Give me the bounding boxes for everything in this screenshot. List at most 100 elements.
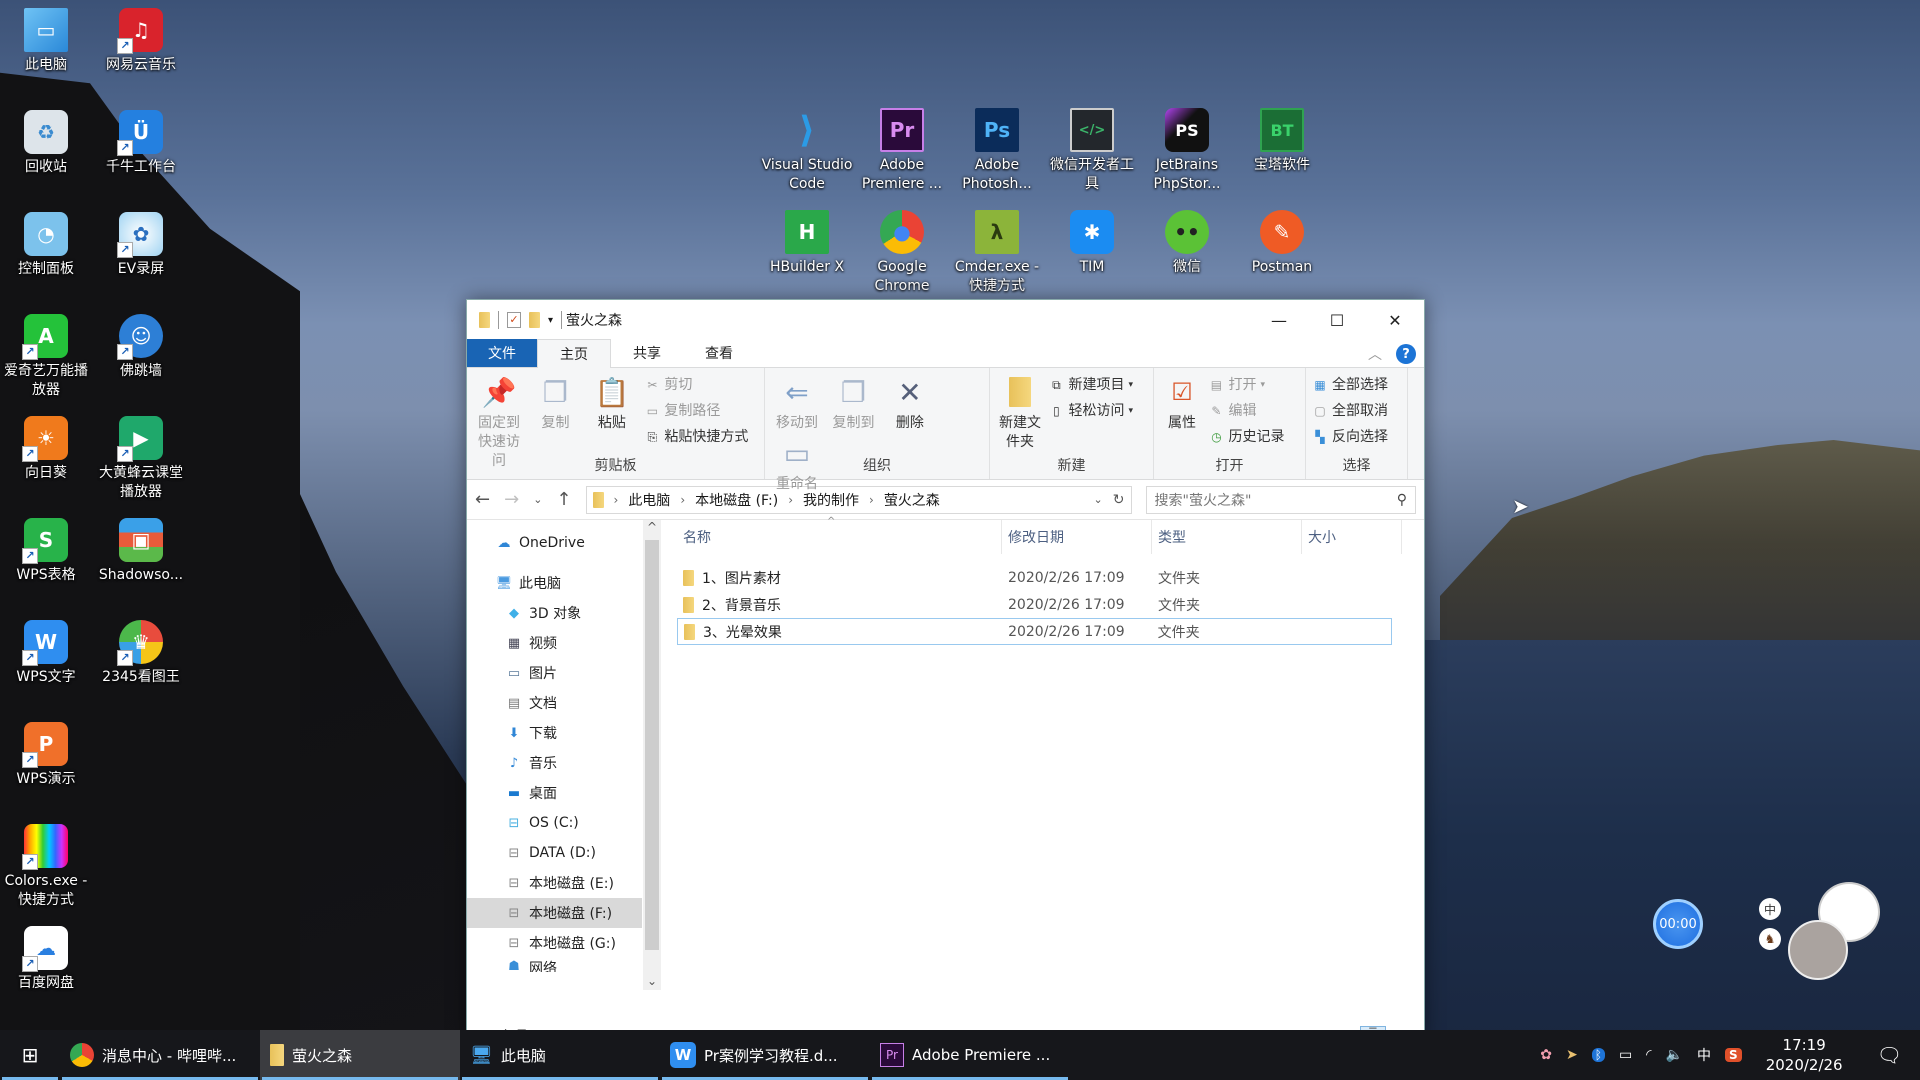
desktop-icon[interactable]: A ↗ 爱奇艺万能播放器 — [0, 314, 92, 400]
desktop-icon[interactable]: </> 微信开发者工具 — [1046, 108, 1138, 194]
volume-icon[interactable]: 🔈 — [1666, 1047, 1683, 1063]
desktop-icon[interactable]: ☀ ↗ 向日葵 — [0, 416, 92, 483]
nav-item[interactable]: ⊟ OS (C:) — [505, 808, 642, 838]
battery-icon[interactable]: ▭ — [1619, 1047, 1632, 1063]
file-row-selected[interactable]: 3、光晕效果 2020/2/26 17:09 文件夹 — [677, 618, 1392, 645]
desktop-icon[interactable]: ♫ ↗ 网易云音乐 — [95, 8, 187, 75]
timer-widget[interactable]: 00:00 — [1653, 899, 1703, 949]
open-button[interactable]: ▤ 打开 ▾ — [1208, 372, 1284, 398]
up-button[interactable]: ↑ — [556, 489, 571, 510]
skin-icon[interactable]: ♞ — [1759, 928, 1781, 950]
column-type[interactable]: 类型 — [1152, 520, 1302, 554]
desktop-icon[interactable]: BT 宝塔软件 — [1236, 108, 1328, 175]
desktop-icon[interactable]: Ps Adobe Photosh... — [951, 108, 1043, 194]
desktop-icon[interactable]: ✎ Postman — [1236, 210, 1328, 277]
wifi-icon[interactable]: ◜ — [1646, 1047, 1651, 1063]
nav-item[interactable]: ▦ 视频 — [505, 628, 642, 658]
nav-item[interactable]: ▬ 桌面 — [505, 778, 642, 808]
desktop-icon[interactable]: ☺ ↗ 佛跳墙 — [95, 314, 187, 381]
action-center-icon[interactable]: 🗨 — [1867, 1043, 1912, 1067]
customize-dropdown-icon[interactable]: ▾ — [548, 315, 553, 326]
desktop-icon[interactable]: ▭ 此电脑 — [0, 8, 92, 75]
nav-item[interactable]: ◆ 3D 对象 — [505, 598, 642, 628]
paste-button[interactable]: 📋 粘贴 — [586, 372, 638, 433]
nav-item[interactable]: ☗ 网络 — [505, 958, 642, 973]
taskbar-item[interactable]: 🖥 此电脑 — [460, 1030, 660, 1080]
desktop-icon[interactable]: ▶ ↗ 大黄蜂云课堂播放器 — [95, 416, 187, 502]
desktop-icon[interactable]: ♛ ↗ 2345看图王 — [95, 620, 187, 687]
forward-button[interactable]: → — [504, 489, 519, 510]
maximize-button[interactable]: ☐ — [1308, 300, 1366, 340]
breadcrumb-item[interactable]: 本地磁盘 (F:) — [695, 490, 778, 510]
breadcrumb-item[interactable]: 此电脑 — [628, 490, 670, 510]
address-history-dropdown[interactable]: ⌄ — [1094, 493, 1103, 506]
minimize-button[interactable]: — — [1250, 300, 1308, 340]
nav-scrollbar[interactable]: ^ ⌄ — [643, 520, 661, 990]
tab-share[interactable]: 共享 — [611, 339, 683, 367]
nav-item[interactable]: ⬇ 下载 — [505, 718, 642, 748]
new-folder-button[interactable]: 新建文件夹 — [996, 372, 1044, 452]
paste-shortcut-button[interactable]: ⎘ 粘贴快捷方式 — [644, 424, 749, 450]
address-bar[interactable]: › 此电脑 › 本地磁盘 (F:) › 我的制作 › 萤火之森 ⌄ ↻ — [585, 485, 1132, 514]
help-icon[interactable]: ? — [1396, 344, 1416, 364]
desktop-icon[interactable]: H HBuilder X — [761, 210, 853, 277]
nav-item[interactable]: ▭ 图片 — [505, 658, 642, 688]
delete-button[interactable]: ✕ 删除 — [884, 372, 936, 433]
tray-paper-plane-icon[interactable]: ➤ — [1566, 1047, 1578, 1063]
select-none-button[interactable]: ▢ 全部取消 — [1312, 398, 1401, 424]
edit-button[interactable]: ✎ 编辑 — [1208, 398, 1284, 424]
cat-sticker[interactable] — [1788, 882, 1888, 982]
tray-flower-icon[interactable]: ✿ — [1540, 1047, 1552, 1063]
search-input[interactable]: 搜索"萤火之森" ⚲ — [1145, 485, 1416, 514]
desktop-icon[interactable]: ↗ Colors.exe - 快捷方式 — [0, 824, 92, 910]
breadcrumb-item[interactable]: 萤火之森 — [884, 490, 940, 510]
refresh-icon[interactable]: ↻ — [1113, 492, 1125, 508]
nav-item[interactable]: ⊟ 本地磁盘 (G:) — [505, 928, 642, 958]
nav-item[interactable]: ♪ 音乐 — [505, 748, 642, 778]
scroll-thumb[interactable] — [645, 540, 659, 950]
select-all-button[interactable]: ▦ 全部选择 — [1312, 372, 1401, 398]
nav-item[interactable]: ⊟ 本地磁盘 (E:) — [505, 868, 642, 898]
invert-selection-button[interactable]: ▚ 反向选择 — [1312, 424, 1401, 450]
desktop-icon[interactable]: ● Google Chrome — [856, 210, 948, 296]
new-item-button[interactable]: ⧉ 新建项目 ▾ — [1048, 372, 1133, 398]
clock[interactable]: 17:19 2020/2/26 — [1756, 1035, 1853, 1075]
desktop-icon[interactable]: Pr Adobe Premiere ... — [856, 108, 948, 194]
scroll-up-arrow[interactable]: ^ — [643, 520, 661, 534]
properties-quick-icon[interactable]: ✓ — [507, 312, 521, 328]
taskbar-item-active[interactable]: 萤火之森 — [260, 1030, 460, 1080]
start-button[interactable]: ⊞ — [0, 1030, 60, 1080]
title-bar[interactable]: ✓ ▾ 萤火之森 — ☐ ✕ — [467, 300, 1424, 340]
back-button[interactable]: ← — [475, 489, 490, 510]
desktop-icon[interactable]: S ↗ WPS表格 — [0, 518, 92, 585]
file-row[interactable]: 1、图片素材 2020/2/26 17:09 文件夹 — [677, 564, 1392, 591]
file-row[interactable]: 2、背景音乐 2020/2/26 17:09 文件夹 — [677, 591, 1392, 618]
tab-file[interactable]: 文件 — [467, 339, 537, 367]
desktop-icon[interactable]: ✿ ↗ EV录屏 — [95, 212, 187, 279]
history-button[interactable]: ◷ 历史记录 — [1208, 424, 1284, 450]
taskbar-item[interactable]: Pr Adobe Premiere ... — [870, 1030, 1070, 1080]
desktop-icon[interactable]: PS JetBrains PhpStor... — [1141, 108, 1233, 194]
new-folder-quick-icon[interactable] — [529, 312, 540, 328]
desktop-icon[interactable]: ☁ ↗ 百度网盘 — [0, 926, 92, 993]
easy-access-button[interactable]: ▯ 轻松访问 ▾ — [1048, 398, 1133, 424]
desktop-icon[interactable]: W ↗ WPS文字 — [0, 620, 92, 687]
tab-home[interactable]: 主页 — [537, 339, 611, 368]
nav-item[interactable]: ☁ OneDrive — [495, 528, 642, 558]
column-modified[interactable]: 修改日期 — [1002, 520, 1152, 554]
desktop-icon[interactable]: Ü ↗ 千牛工作台 — [95, 110, 187, 177]
scroll-down-arrow[interactable]: ⌄ — [643, 974, 661, 988]
bluetooth-icon[interactable]: ᛒ — [1591, 1048, 1605, 1062]
properties-button[interactable]: ☑ 属性 — [1160, 372, 1204, 433]
desktop-icon[interactable]: λ Cmder.exe - 快捷方式 — [951, 210, 1043, 296]
desktop-icon[interactable]: •• 微信 — [1141, 210, 1233, 277]
copy-to-button[interactable]: ❐ 复制到 — [827, 372, 879, 433]
copy-button[interactable]: ❐ 复制 — [529, 372, 581, 433]
desktop-icon[interactable]: ⟩ Visual Studio Code — [761, 108, 853, 194]
nav-item[interactable]: 🖥 此电脑 — [495, 568, 642, 598]
desktop-icon[interactable]: ✱ TIM — [1046, 210, 1138, 277]
column-size[interactable]: 大小 — [1302, 520, 1402, 554]
ime-float-button[interactable]: 中 — [1759, 898, 1781, 920]
move-to-button[interactable]: ⇐ 移动到 — [771, 372, 823, 433]
desktop-icon[interactable]: ♻ 回收站 — [0, 110, 92, 177]
